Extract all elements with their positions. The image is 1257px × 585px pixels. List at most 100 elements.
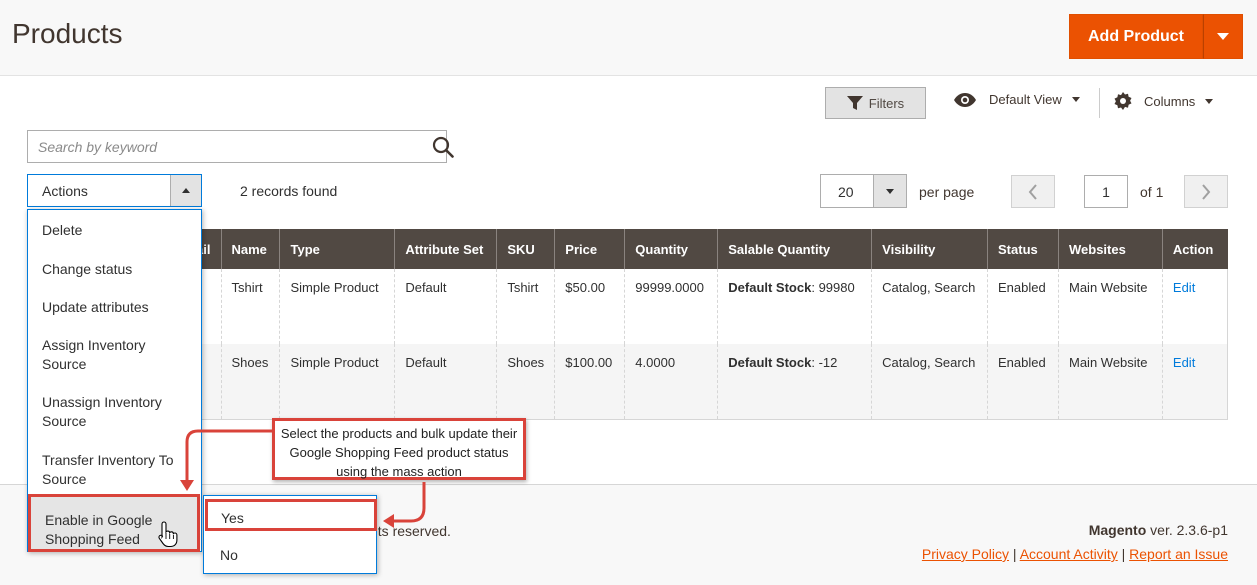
annotation-callout: Select the products and bulk update thei… — [272, 418, 526, 480]
column-header[interactable]: Websites — [1058, 229, 1163, 269]
view-label: Default View — [989, 92, 1062, 107]
table-cell: Edit — [1161, 344, 1229, 419]
submenu-item-yes[interactable]: Yes — [205, 499, 377, 531]
chevron-left-icon — [1028, 183, 1037, 200]
column-header[interactable]: Quantity — [624, 229, 718, 269]
column-header[interactable]: Visibility — [871, 229, 988, 269]
brand-name: Magento — [1088, 522, 1147, 538]
copyright-text: nts reserved. — [370, 523, 451, 539]
products-grid: ail Name Type Attribute Set SKU Price Qu… — [27, 229, 1229, 420]
caret-up-icon — [182, 188, 190, 193]
view-switcher[interactable]: Default View — [953, 92, 1080, 107]
table-cell: Main Website — [1058, 344, 1163, 419]
add-product-button[interactable]: Add Product — [1069, 14, 1203, 59]
table-cell: Main Website — [1058, 269, 1163, 344]
column-header[interactable]: Type — [279, 229, 395, 269]
version-text: ver. 2.3.6-p1 — [1146, 522, 1228, 538]
report-issue-link[interactable]: Report an Issue — [1129, 546, 1228, 562]
search-input[interactable] — [28, 131, 398, 162]
per-page-value: 20 — [838, 184, 854, 200]
eye-icon — [954, 92, 976, 107]
per-page-label: per page — [919, 184, 975, 200]
filters-label: Filters — [868, 95, 905, 111]
column-header[interactable]: Status — [987, 229, 1059, 269]
page-total: of 1 — [1140, 184, 1164, 200]
toolbar-divider — [1099, 88, 1100, 118]
page-header: Products Add Product — [0, 0, 1257, 76]
gear-icon — [1114, 92, 1132, 110]
table-cell: Default Stock: 99980 — [717, 269, 872, 344]
salable-stock-value: : 99980 — [811, 280, 855, 295]
edit-link[interactable]: Edit — [1173, 355, 1195, 370]
salable-stock-label: Default Stock — [728, 355, 812, 370]
table-cell: Edit — [1161, 269, 1229, 344]
columns-switcher[interactable]: Columns — [1114, 92, 1214, 110]
table-cell: $50.00 — [554, 269, 625, 344]
menu-item-assign-inventory-source[interactable]: Assign Inventory Source — [42, 336, 192, 374]
version-info: Magento ver. 2.3.6-p1 — [1089, 522, 1228, 538]
table-cell: Default — [394, 344, 497, 419]
menu-item-unassign-inventory-source[interactable]: Unassign Inventory Source — [42, 393, 192, 431]
menu-item-update-attributes[interactable]: Update attributes — [42, 298, 192, 317]
column-header[interactable]: Action — [1161, 229, 1228, 269]
column-header[interactable]: Name — [220, 229, 280, 269]
table-cell: Simple Product — [279, 344, 395, 419]
salable-stock-label: Default Stock — [728, 280, 812, 295]
column-header[interactable]: SKU — [496, 229, 555, 269]
actions-label: Actions — [42, 183, 88, 199]
table-row[interactable]: Tshirt Simple Product Default Tshirt $50… — [27, 269, 1229, 344]
link-separator: | — [1012, 546, 1017, 562]
column-header[interactable]: Attribute Set — [394, 229, 497, 269]
filters-button[interactable]: Filters — [825, 87, 926, 119]
link-separator: | — [1121, 546, 1126, 562]
per-page-select[interactable]: 20 — [820, 174, 907, 208]
add-product-options-toggle[interactable] — [1203, 14, 1243, 59]
menu-item-transfer-inventory[interactable]: Transfer Inventory To Source — [42, 451, 192, 489]
caret-down-icon — [886, 188, 894, 194]
keyword-search — [27, 130, 454, 163]
table-cell: Enabled — [987, 269, 1059, 344]
per-page-toggle[interactable] — [873, 175, 906, 207]
columns-label: Columns — [1144, 93, 1196, 109]
hand-cursor-icon — [158, 521, 178, 548]
records-count: 2 records found — [240, 183, 338, 199]
actions-dropdown[interactable]: Actions — [27, 174, 202, 207]
chevron-down-icon — [1071, 97, 1080, 102]
table-cell: $100.00 — [554, 344, 625, 419]
next-page-button[interactable] — [1184, 175, 1228, 208]
table-cell: Tshirt — [220, 269, 280, 344]
submenu-item-no[interactable]: No — [220, 547, 238, 563]
column-header[interactable]: Price — [554, 229, 625, 269]
funnel-icon — [846, 96, 863, 110]
menu-item-delete[interactable]: Delete — [42, 221, 192, 240]
footer-links: Privacy Policy | Account Activity | Repo… — [922, 546, 1228, 562]
edit-link[interactable]: Edit — [1173, 280, 1195, 295]
page-title: Products — [12, 18, 123, 49]
page-number-input[interactable] — [1084, 175, 1128, 208]
menu-item-change-status[interactable]: Change status — [42, 260, 192, 279]
salable-stock-value: : -12 — [811, 355, 838, 370]
search-icon[interactable] — [432, 136, 454, 158]
chevron-down-icon — [1205, 98, 1214, 104]
table-cell: Default — [394, 269, 497, 344]
actions-menu: Delete Change status Update attributes A… — [27, 209, 202, 552]
account-activity-link[interactable]: Account Activity — [1020, 546, 1118, 562]
table-cell: Tshirt — [496, 269, 555, 344]
table-cell: Shoes — [496, 344, 555, 419]
table-row[interactable]: Shoes Simple Product Default Shoes $100.… — [27, 344, 1229, 419]
table-cell: Default Stock: -12 — [717, 344, 872, 419]
table-cell: Simple Product — [279, 269, 395, 344]
table-cell: 99999.0000 — [624, 269, 718, 344]
actions-toggle[interactable] — [170, 175, 201, 206]
table-cell: Catalog, Search — [871, 344, 988, 419]
table-cell: Shoes — [220, 344, 280, 419]
table-cell: 4.0000 — [624, 344, 718, 419]
google-feed-submenu: Yes No — [203, 495, 377, 574]
table-cell: Catalog, Search — [871, 269, 988, 344]
chevron-right-icon — [1202, 183, 1211, 200]
caret-down-icon — [1217, 33, 1229, 40]
previous-page-button[interactable] — [1011, 175, 1055, 208]
table-cell: Enabled — [987, 344, 1059, 419]
column-header[interactable]: Salable Quantity — [717, 229, 872, 269]
privacy-policy-link[interactable]: Privacy Policy — [922, 546, 1009, 562]
